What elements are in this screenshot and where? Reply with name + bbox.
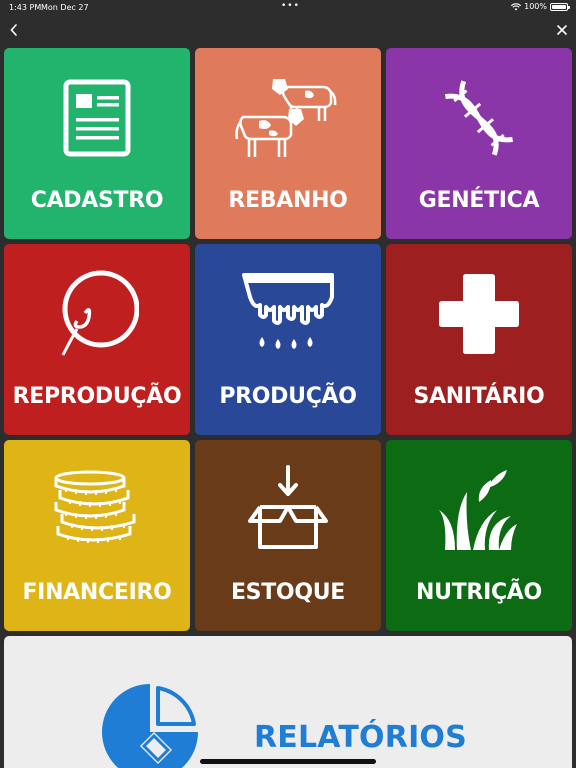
tile-sanitario[interactable]: SANITÁRIO [386, 244, 572, 435]
chevron-left-icon [10, 24, 17, 36]
battery-percent: 100% [524, 2, 547, 11]
pie-chart-icon [102, 684, 198, 768]
tile-financeiro[interactable]: FINANCEIRO [4, 440, 190, 631]
tile-label: CADASTRO [30, 188, 164, 213]
coins-icon [54, 470, 136, 543]
tile-label: REBANHO [228, 188, 348, 213]
document-icon [63, 79, 131, 157]
tile-label: RELATÓRIOS [254, 720, 467, 755]
box-arrow-icon [248, 465, 328, 549]
status-date: Mon Dec 27 [41, 3, 89, 12]
tile-reproducao[interactable]: REPRODUÇÃO [4, 244, 190, 435]
home-indicator[interactable] [200, 759, 376, 764]
tile-cadastro[interactable]: CADASTRO [4, 48, 190, 239]
close-button[interactable] [552, 20, 572, 40]
tile-rebanho[interactable]: REBANHO [195, 48, 381, 239]
tile-label: SANITÁRIO [413, 384, 545, 409]
tile-label: ESTOQUE [230, 580, 346, 605]
tile-relatorios[interactable]: RELATÓRIOS [4, 636, 572, 768]
status-time: 1:43 PM [9, 3, 42, 12]
tile-genetica[interactable]: GENÉTICA [386, 48, 572, 239]
tile-label: REPRODUÇÃO [12, 384, 182, 409]
status-bar: 1:43 PM Mon Dec 27 ••• 100% [0, 0, 576, 14]
tile-label: GENÉTICA [418, 188, 540, 213]
medical-cross-icon [439, 274, 519, 354]
tile-estoque[interactable]: ESTOQUE [195, 440, 381, 631]
tile-label: NUTRIÇÃO [416, 580, 542, 605]
multitasking-dots[interactable]: ••• [281, 1, 300, 11]
tile-nutricao[interactable]: NUTRIÇÃO [386, 440, 572, 631]
wifi-icon [511, 2, 522, 10]
tile-label: FINANCEIRO [22, 580, 172, 605]
tile-label: PRODUÇÃO [219, 384, 357, 409]
battery-icon [550, 2, 570, 11]
egg-sperm-icon [61, 270, 139, 356]
tile-producao[interactable]: PRODUÇÃO [195, 244, 381, 435]
milk-udder-icon [242, 273, 334, 349]
close-icon [557, 25, 567, 35]
status-right: 100% [511, 2, 570, 11]
back-button[interactable] [4, 20, 24, 40]
grass-icon [439, 470, 517, 550]
cows-icon [235, 79, 337, 157]
dna-icon [444, 80, 514, 156]
